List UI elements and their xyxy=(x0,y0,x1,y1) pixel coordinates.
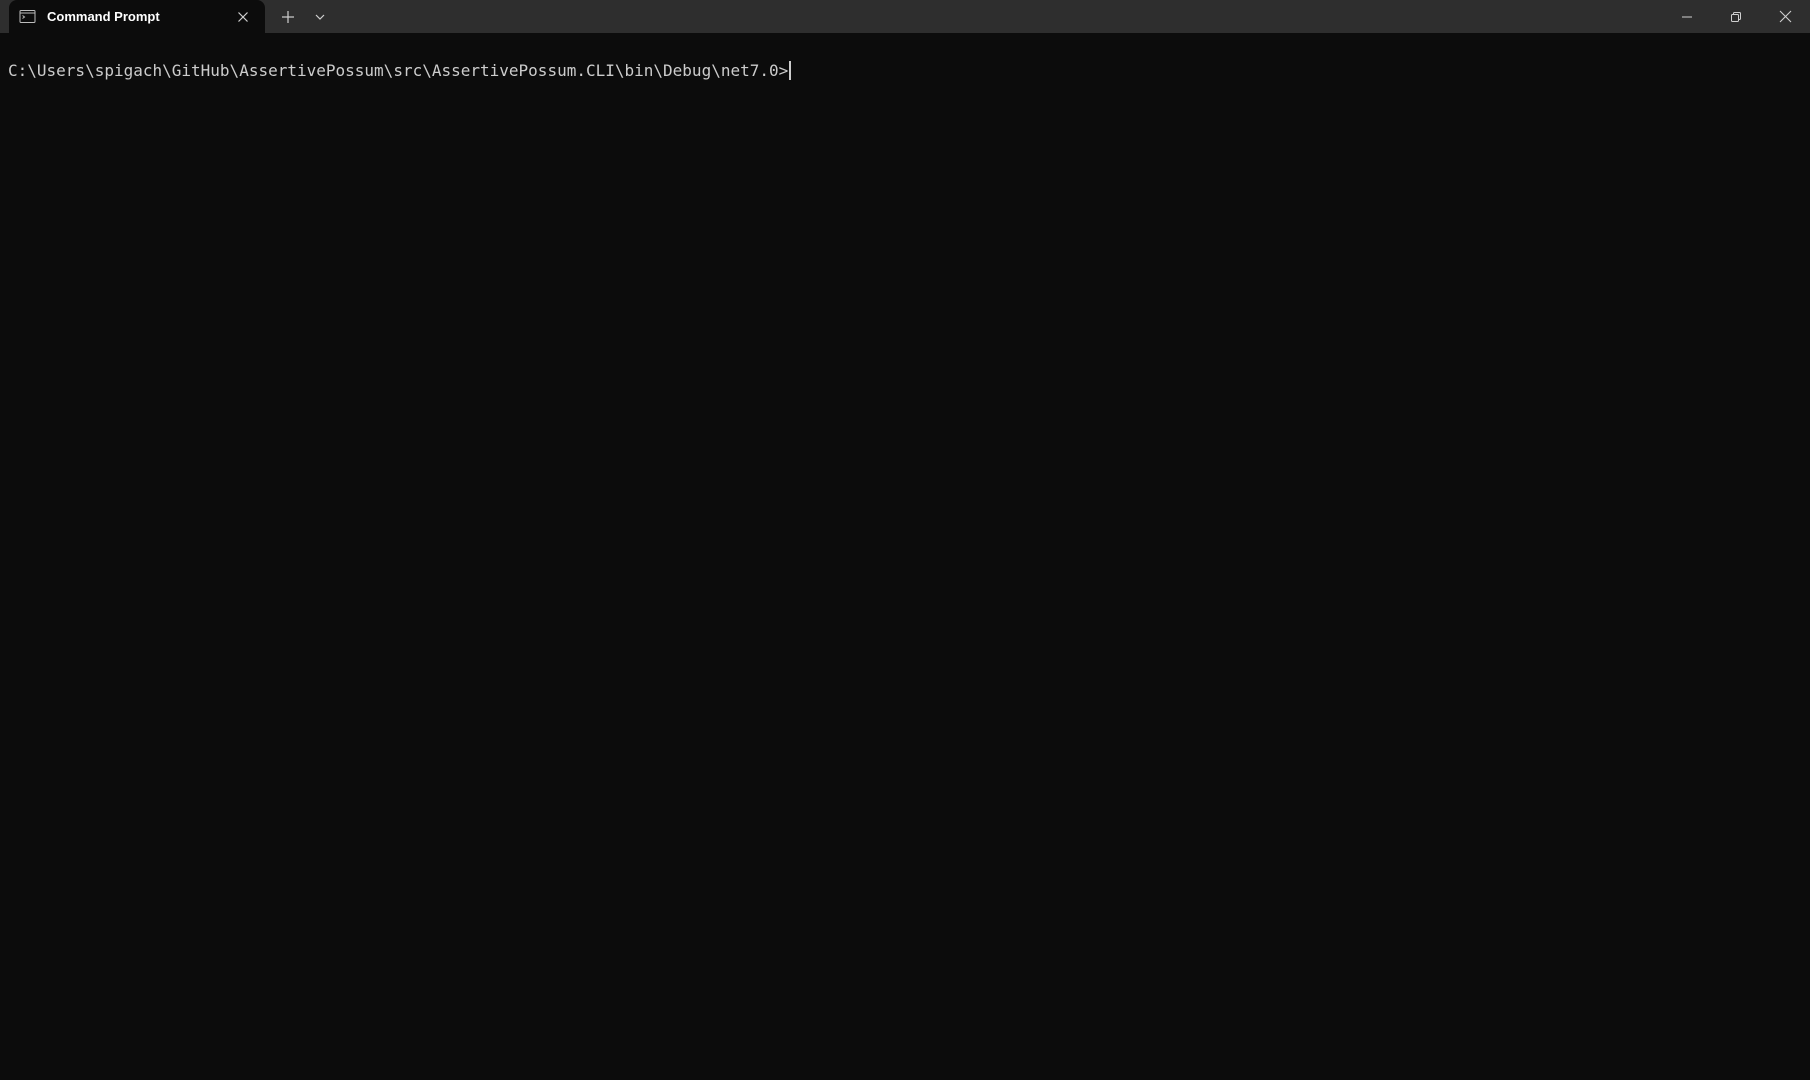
close-window-button[interactable] xyxy=(1762,0,1808,33)
tab-title: Command Prompt xyxy=(47,9,160,24)
plus-icon xyxy=(282,11,294,23)
tab-dropdown-button[interactable] xyxy=(309,6,331,28)
tab-command-prompt[interactable]: Command Prompt xyxy=(9,0,265,33)
terminal-window: Command Prompt C:\Users\spigach\GitHub\A… xyxy=(0,0,1810,1080)
restore-button[interactable] xyxy=(1713,0,1759,33)
close-icon xyxy=(238,12,248,22)
new-tab-button[interactable] xyxy=(277,6,299,28)
chevron-down-icon xyxy=(315,14,325,20)
close-icon xyxy=(1779,10,1791,23)
prompt-text: C:\Users\spigach\GitHub\AssertivePossum\… xyxy=(8,61,789,80)
prompt-line: C:\Users\spigach\GitHub\AssertivePossum\… xyxy=(8,61,792,81)
minimize-icon xyxy=(1682,16,1692,17)
restore-icon xyxy=(1731,11,1741,22)
tab-close-button[interactable] xyxy=(233,7,253,27)
minimize-button[interactable] xyxy=(1664,0,1710,33)
command-prompt-icon xyxy=(19,8,36,25)
title-bar[interactable]: Command Prompt xyxy=(0,0,1810,33)
terminal-pane[interactable]: C:\Users\spigach\GitHub\AssertivePossum\… xyxy=(0,33,1810,1080)
text-cursor xyxy=(789,61,792,80)
